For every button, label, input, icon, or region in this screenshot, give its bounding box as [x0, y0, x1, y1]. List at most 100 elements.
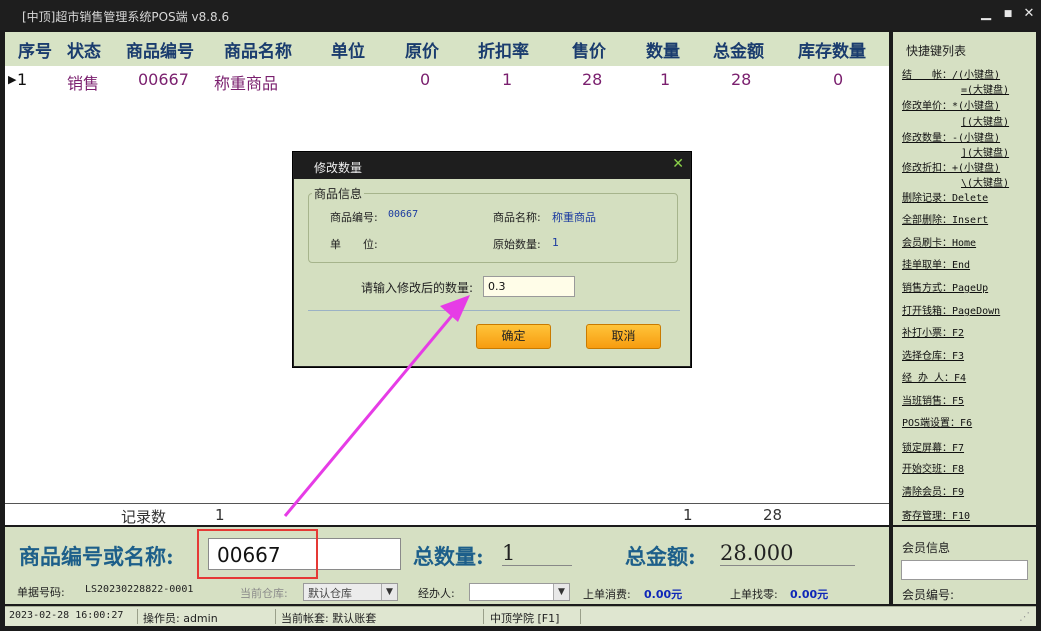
col-header-orig-price[interactable]: 原价 — [405, 37, 439, 62]
col-header-discount[interactable]: 折扣率 — [478, 37, 529, 62]
agent-label: 经办人: — [418, 587, 455, 600]
doc-no-label: 单据号码: — [17, 586, 65, 599]
shortcut-hold-order[interactable]: 挂单取单：End — [902, 256, 970, 271]
cell-price: 28 — [582, 70, 603, 89]
shortcut-agent[interactable]: 经 办 人：F4 — [902, 369, 966, 384]
ok-button[interactable]: 确定 — [476, 324, 551, 349]
shortcut-sale-mode[interactable]: 销售方式：PageUp — [902, 279, 988, 294]
shortcut-delete-all[interactable]: 全部删除：Insert — [902, 211, 988, 226]
col-header-name[interactable]: 商品名称 — [224, 37, 292, 62]
last-change-label: 上单找零: — [730, 588, 778, 601]
status-help[interactable]: 中顶学院 [F1] — [490, 610, 559, 626]
col-header-price[interactable]: 售价 — [572, 37, 606, 62]
col-header-code[interactable]: 商品编号 — [126, 37, 194, 62]
shortcut-delete[interactable]: 删除记录：Delete — [902, 189, 988, 204]
dialog-close-icon[interactable]: ✕ — [672, 156, 684, 172]
product-info-legend: 商品信息 — [312, 185, 365, 202]
warehouse-value: 默认仓库 — [308, 587, 352, 600]
total-amount-value: 28.000 — [720, 541, 855, 566]
col-header-qty[interactable]: 数量 — [646, 37, 680, 62]
shortcut-pos-settings[interactable]: POS端设置：F6 — [902, 414, 972, 429]
shortcut-handover[interactable]: 开始交班：F8 — [902, 460, 964, 475]
shortcut-shift-sales[interactable]: 当班销售：F5 — [902, 392, 964, 407]
highlight-box — [197, 529, 318, 579]
shortcut-edit-qty-alt[interactable]: ](大键盘) — [961, 144, 1009, 159]
shortcut-clear-member[interactable]: 清除会员：F9 — [902, 483, 964, 498]
col-header-total[interactable]: 总金额 — [713, 37, 764, 62]
shortcut-cash-drawer[interactable]: 打开钱箱：PageDown — [902, 302, 1000, 317]
shortcut-panel: 快捷键列表 结 帐：/(小键盘) =(大键盘) 修改单价：*(小键盘) [(大键… — [893, 32, 1036, 525]
last-change-value: 0.00元 — [790, 588, 829, 601]
cell-orig-price: 0 — [420, 70, 431, 89]
col-header-status[interactable]: 状态 — [67, 37, 101, 62]
new-qty-input[interactable]: 0.3 — [483, 276, 575, 297]
shortcut-edit-price[interactable]: 修改单价：*(小键盘) — [902, 97, 1000, 112]
cell-stock: 0 — [833, 70, 844, 89]
member-panel: 会员信息 会员编号: — [893, 527, 1036, 604]
cell-status: 销售 — [67, 74, 100, 93]
title-bar: [中顶]超市销售管理系统POS端 v8.8.6 ▁ ■ ✕ — [0, 0, 1041, 30]
close-button[interactable]: ✕ — [1019, 5, 1039, 23]
status-bar: 2023-02-28 16:00:27 操作员: admin 当前帐套: 默认账… — [5, 606, 1036, 626]
cell-name: 称重商品 — [214, 74, 279, 93]
doc-no-value: LS20230228822-0001 — [85, 584, 194, 595]
dialog-code-value: 00667 — [388, 209, 419, 220]
status-datetime: 2023-02-28 16:00:27 — [9, 610, 124, 621]
summary-row: 记录数 1 1 28 — [5, 503, 889, 526]
resize-grip-icon[interactable]: ⋰ — [1019, 610, 1030, 623]
new-qty-value: 0.3 — [488, 280, 506, 293]
maximize-button[interactable]: ■ — [998, 5, 1018, 23]
member-no-label: 会员编号: — [902, 588, 955, 602]
member-card-input[interactable] — [901, 560, 1028, 580]
shortcut-edit-discount-alt[interactable]: \(大键盘) — [961, 174, 1009, 189]
shortcut-checkout[interactable]: 结 帐：/(小键盘) — [902, 66, 1000, 81]
shortcut-checkout-alt[interactable]: =(大键盘) — [961, 81, 1009, 96]
dialog-title-bar: 修改数量 ✕ — [294, 153, 690, 179]
summary-qty: 1 — [683, 506, 693, 524]
col-header-unit[interactable]: 单位 — [331, 37, 365, 62]
dialog-code-label: 商品编号: — [330, 211, 378, 224]
last-spend-label: 上单消费: — [583, 588, 631, 601]
cell-code: 00667 — [138, 70, 189, 89]
product-info-group — [308, 193, 678, 263]
shortcut-storage[interactable]: 寄存管理：F10 — [902, 507, 970, 522]
shortcut-reprint[interactable]: 补打小票：F2 — [902, 324, 964, 339]
shortcut-edit-price-alt[interactable]: [(大键盘) — [961, 113, 1009, 128]
table-header: 序号 状态 商品编号 商品名称 单位 原价 折扣率 售价 数量 总金额 库存数量 — [5, 32, 889, 66]
last-spend-value: 0.00元 — [644, 588, 683, 601]
warehouse-select[interactable]: 默认仓库 ▼ — [303, 583, 398, 601]
shortcut-lock-screen[interactable]: 锁定屏幕：F7 — [902, 439, 964, 454]
bottom-panel: 商品编号或名称: 00667 总数量: 1 总金额: 28.000 单据号码: … — [5, 527, 889, 604]
shortcut-member-card[interactable]: 会员刷卡：Home — [902, 234, 976, 249]
shortcut-edit-qty[interactable]: 修改数量：-(小键盘) — [902, 129, 1000, 144]
code-label: 商品编号或名称: — [19, 544, 174, 569]
cell-qty: 1 — [660, 70, 671, 89]
member-info-title: 会员信息 — [902, 541, 951, 555]
chevron-down-icon: ▼ — [381, 584, 397, 600]
dialog-orig-qty-label: 原始数量: — [493, 238, 541, 251]
warehouse-label: 当前仓库: — [240, 587, 288, 600]
chevron-down-icon: ▼ — [553, 584, 569, 600]
edit-qty-dialog: 修改数量 ✕ 商品信息 商品编号: 00667 商品名称: 称重商品 单 位: … — [293, 152, 691, 367]
record-count: 1 — [215, 506, 225, 524]
cell-seq: 1 — [17, 70, 28, 89]
shortcut-warehouse[interactable]: 选择仓库：F3 — [902, 347, 964, 362]
dialog-divider — [308, 310, 680, 311]
col-header-stock[interactable]: 库存数量 — [798, 37, 866, 62]
col-header-seq[interactable]: 序号 — [18, 37, 52, 62]
window-title: [中顶]超市销售管理系统POS端 v8.8.6 — [22, 10, 230, 24]
shortcut-edit-discount[interactable]: 修改折扣：+(小键盘) — [902, 159, 1000, 174]
dialog-unit-label: 单 位: — [330, 238, 378, 251]
total-qty-value: 1 — [502, 541, 572, 566]
dialog-name-label: 商品名称: — [493, 211, 541, 224]
minimize-button[interactable]: ▁ — [976, 5, 996, 23]
status-account: 当前帐套: 默认账套 — [281, 612, 377, 625]
cancel-button[interactable]: 取消 — [586, 324, 661, 349]
agent-select[interactable]: ▼ — [469, 583, 570, 601]
cell-total: 28 — [731, 70, 752, 89]
status-operator: 操作员: admin — [143, 612, 218, 625]
summary-total: 28 — [763, 506, 783, 524]
dialog-orig-qty-value: 1 — [552, 236, 559, 249]
cell-discount: 1 — [502, 70, 513, 89]
row-pointer-icon: ▶ — [8, 73, 17, 86]
